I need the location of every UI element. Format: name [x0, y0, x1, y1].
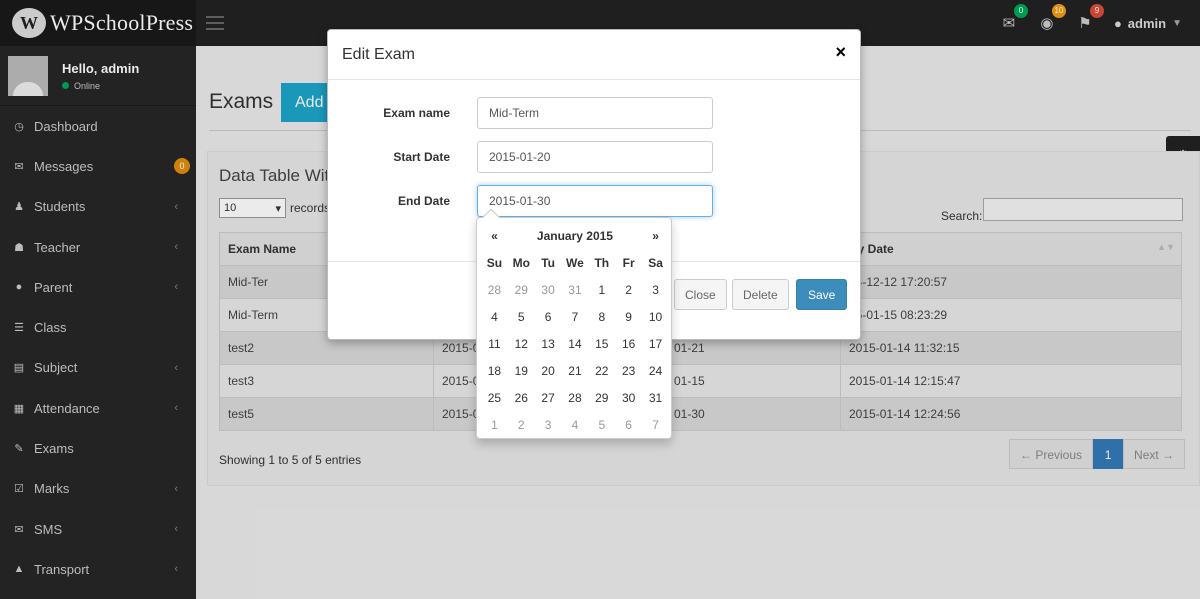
datepicker-prev-icon[interactable]: «: [481, 222, 508, 249]
datepicker-day[interactable]: 18: [481, 357, 508, 384]
datepicker-day[interactable]: 5: [588, 411, 615, 438]
datepicker-day[interactable]: 6: [615, 411, 642, 438]
datepicker-day[interactable]: 27: [535, 384, 562, 411]
datepicker-day[interactable]: 16: [615, 330, 642, 357]
datepicker-day[interactable]: 15: [588, 330, 615, 357]
datepicker-day[interactable]: 23: [615, 357, 642, 384]
exam-name-label: Exam name: [383, 106, 450, 120]
datepicker-day[interactable]: 13: [535, 330, 562, 357]
datepicker-day[interactable]: 25: [481, 384, 508, 411]
datepicker-day[interactable]: 11: [481, 330, 508, 357]
datepicker-weekday: Tu: [541, 255, 555, 270]
datepicker-day[interactable]: 31: [562, 276, 589, 303]
datepicker-week: 11 12 13 14 15 16 17: [481, 330, 669, 357]
save-button[interactable]: Save: [796, 279, 848, 310]
modal-title: Edit Exam: [342, 46, 415, 63]
datepicker-day[interactable]: 4: [481, 303, 508, 330]
end-date-row: End Date 2015-01-30: [328, 185, 862, 217]
start-date-row: Start Date 2015-01-20: [328, 141, 862, 173]
datepicker-week: 25 26 27 28 29 30 31: [481, 384, 669, 411]
datepicker-weekday: Fr: [622, 255, 635, 270]
datepicker-day[interactable]: 28: [481, 276, 508, 303]
datepicker-day[interactable]: 22: [588, 357, 615, 384]
datepicker-weekdays: Su Mo Tu We Th Fr Sa: [481, 249, 669, 276]
datepicker-day[interactable]: 31: [642, 384, 669, 411]
datepicker-weekday: Th: [594, 255, 610, 270]
datepicker-day[interactable]: 29: [508, 276, 535, 303]
datepicker-day[interactable]: 12: [508, 330, 535, 357]
datepicker-day[interactable]: 29: [588, 384, 615, 411]
datepicker-day[interactable]: 1: [588, 276, 615, 303]
datepicker-week: 4 5 6 7 8 9 10: [481, 303, 669, 330]
start-date-input[interactable]: 2015-01-20: [477, 141, 713, 173]
datepicker-day[interactable]: 6: [535, 303, 562, 330]
datepicker-weekday: Mo: [512, 255, 530, 270]
datepicker-day[interactable]: 10: [642, 303, 669, 330]
datepicker-weekday: We: [566, 255, 584, 270]
start-date-label: Start Date: [393, 150, 450, 164]
datepicker-day[interactable]: 5: [508, 303, 535, 330]
datepicker-weekday: Sa: [648, 255, 663, 270]
datepicker-week: 1234567: [481, 411, 669, 438]
datepicker-day[interactable]: 26: [508, 384, 535, 411]
delete-button[interactable]: Delete: [732, 279, 789, 310]
datepicker-month-title[interactable]: January 2015: [508, 222, 642, 249]
datepicker-day[interactable]: 17: [642, 330, 669, 357]
datepicker-week: 28 29 30 31 1 2 3: [481, 276, 669, 303]
datepicker-day[interactable]: 3: [642, 276, 669, 303]
end-date-input[interactable]: 2015-01-30: [477, 185, 713, 217]
datepicker: « January 2015 » Su Mo Tu We Th Fr Sa 28 29 30 31…: [476, 208, 672, 439]
datepicker-day[interactable]: 30: [615, 384, 642, 411]
datepicker-calendar: « January 2015 » Su Mo Tu We Th Fr Sa 28 29 30 31…: [481, 222, 669, 438]
datepicker-day[interactable]: 28: [562, 384, 589, 411]
modal-header: Edit Exam ×: [328, 30, 860, 80]
datepicker-week: 18 19 20 21 22 23 24: [481, 357, 669, 384]
datepicker-day[interactable]: 19: [508, 357, 535, 384]
exam-name-input[interactable]: Mid-Term: [477, 97, 713, 129]
datepicker-day[interactable]: 7: [642, 411, 669, 438]
close-button[interactable]: Close: [674, 279, 727, 310]
datepicker-day[interactable]: 9: [615, 303, 642, 330]
datepicker-day[interactable]: 7: [562, 303, 589, 330]
datepicker-day[interactable]: 21: [562, 357, 589, 384]
datepicker-day[interactable]: 3: [535, 411, 562, 438]
datepicker-day[interactable]: 4: [562, 411, 589, 438]
datepicker-next-icon[interactable]: »: [642, 222, 669, 249]
datepicker-day[interactable]: 30: [535, 276, 562, 303]
datepicker-day[interactable]: 20: [535, 357, 562, 384]
end-date-label: End Date: [397, 194, 450, 208]
datepicker-day[interactable]: 1: [481, 411, 508, 438]
datepicker-day[interactable]: 24: [642, 357, 669, 384]
datepicker-weekday: Su: [486, 255, 503, 270]
datepicker-day[interactable]: 2: [508, 411, 535, 438]
datepicker-day[interactable]: 14: [562, 330, 589, 357]
datepicker-day[interactable]: 8: [588, 303, 615, 330]
close-icon[interactable]: ×: [835, 42, 846, 63]
exam-name-row: Exam name Mid-Term: [328, 97, 862, 129]
datepicker-day[interactable]: 2: [615, 276, 642, 303]
